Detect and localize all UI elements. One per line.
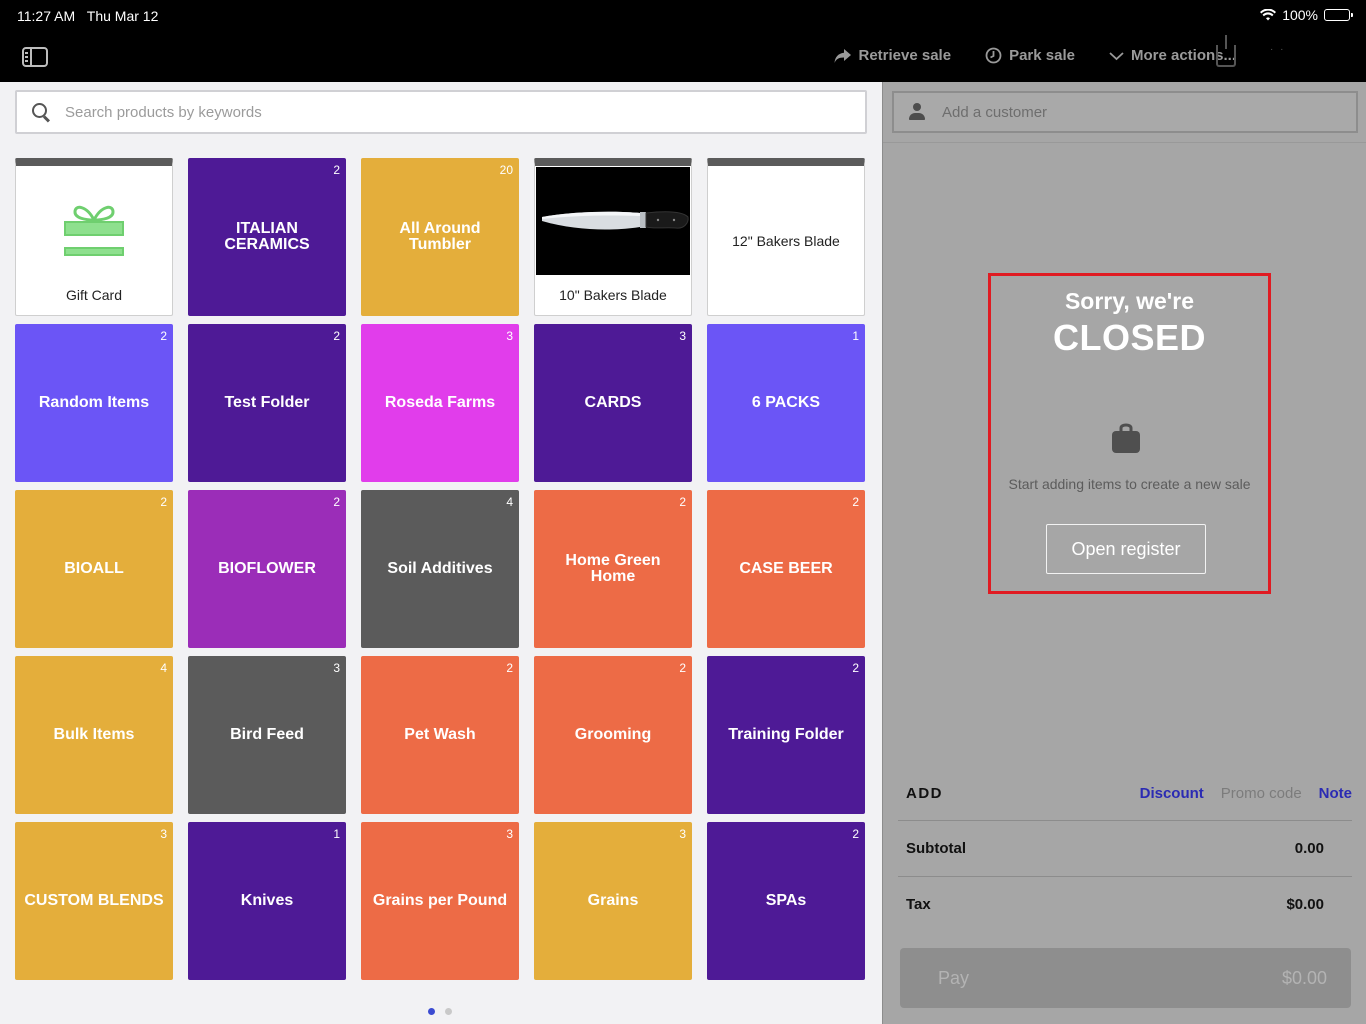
tile-folder[interactable]: 2 BIOFLOWER — [188, 490, 346, 648]
tax-value: $0.00 — [1286, 896, 1324, 913]
search-icon — [31, 102, 51, 122]
tile-12-bakers-blade[interactable]: 12" Bakers Blade — [707, 158, 865, 316]
discount-link[interactable]: Discount — [1140, 785, 1204, 802]
top-nav: Retrieve sale Park sale More actions... — [0, 32, 1366, 82]
search-input[interactable] — [65, 103, 825, 121]
tile-folder[interactable]: 2 Home Green Home — [534, 490, 692, 648]
tile-folder[interactable]: 20 All Around Tumbler — [361, 158, 519, 316]
pay-label: Pay — [938, 967, 970, 988]
tile-label: 10" Bakers Blade — [559, 287, 667, 303]
status-right: 100% — [1260, 7, 1353, 23]
status-time: 11:27 AM Thu Mar 12 — [17, 8, 159, 24]
add-label: ADD — [906, 784, 943, 802]
person-icon — [908, 103, 926, 121]
open-register-button[interactable]: Open register — [1046, 524, 1206, 574]
battery-percent: 100% — [1282, 7, 1318, 23]
subtotal-label: Subtotal — [906, 840, 966, 857]
tile-label: 12" Bakers Blade — [732, 232, 840, 249]
tile-gift-card[interactable]: Gift Card — [15, 158, 173, 316]
add-links: Discount Promo code Note — [1140, 785, 1352, 802]
page-dot[interactable] — [445, 1008, 452, 1015]
more-dots-icon: · · — [1270, 44, 1286, 55]
add-customer-field[interactable]: Add a customer — [892, 91, 1358, 133]
tile-folder[interactable]: 1 Knives — [188, 822, 346, 980]
tile-10-bakers-blade[interactable]: 10" Bakers Blade — [534, 158, 692, 316]
tile-folder[interactable]: 3 Roseda Farms — [361, 324, 519, 482]
tile-folder[interactable]: 4 Bulk Items — [15, 656, 173, 814]
closed-title: Sorry, we're — [1064, 288, 1195, 314]
promo-code-link[interactable]: Promo code — [1221, 785, 1302, 802]
sidebar-toggle-icon[interactable] — [22, 47, 48, 67]
tax-label: Tax — [906, 896, 931, 913]
status-bar: 11:27 AM Thu Mar 12 100% — [0, 0, 1366, 32]
sale-panel: Add a customer Sorry, we're CLOSED Start… — [882, 82, 1366, 1024]
empty-sale-hint: Start adding items to create a new sale — [1008, 476, 1251, 492]
share-icon[interactable] — [1216, 35, 1236, 67]
tile-folder[interactable]: 3 Bird Feed — [188, 656, 346, 814]
divider — [898, 876, 1352, 877]
battery-icon — [1324, 9, 1353, 21]
divider — [883, 142, 1366, 143]
tile-folder[interactable]: 2 Test Folder — [188, 324, 346, 482]
page-indicator[interactable] — [428, 1008, 452, 1015]
pay-button[interactable]: Pay $0.00 — [900, 948, 1351, 1008]
subtotal-value: 0.00 — [1294, 840, 1324, 857]
knife-icon — [542, 211, 689, 230]
tile-folder[interactable]: 16 PACKS — [707, 324, 865, 482]
gift-icon — [64, 205, 124, 256]
shopping-bag-icon — [1112, 423, 1140, 453]
product-grid: Gift Card 2 ITALIAN CERAMICS 20 All Around… — [15, 158, 867, 980]
tile-label: Gift Card — [65, 287, 122, 303]
share-arrow-icon — [834, 48, 851, 63]
tile-folder[interactable]: 3 Grains — [534, 822, 692, 980]
tile-folder[interactable]: 2 BIOALL — [15, 490, 173, 648]
tax-row: Tax $0.00 — [906, 896, 1356, 913]
divider — [898, 820, 1352, 821]
knife-image — [536, 167, 690, 275]
tile-folder[interactable]: 2 Random Items — [15, 324, 173, 482]
tile-folder[interactable]: 2 SPAs — [707, 822, 865, 980]
wifi-icon — [1260, 9, 1277, 21]
product-search — [15, 90, 867, 134]
tile-folder[interactable]: 3 CUSTOM BLENDS — [15, 822, 173, 980]
tile-folder[interactable]: 2 ITALIAN CERAMICS — [188, 158, 346, 316]
tile-folder[interactable]: 2 Pet Wash — [361, 656, 519, 814]
tile-folder[interactable]: 3 CARDS — [534, 324, 692, 482]
tile-folder[interactable]: 2 Grooming — [534, 656, 692, 814]
tile-folder[interactable]: 2 CASE BEER — [707, 490, 865, 648]
register-closed-notice: Sorry, we're CLOSED Start adding items t… — [988, 273, 1271, 594]
add-row: ADD Discount Promo code Note — [906, 782, 1352, 804]
tile-folder[interactable]: 3 Grains per Pound — [361, 822, 519, 980]
park-sale-button[interactable]: Park sale — [985, 47, 1075, 64]
tile-folder[interactable]: 4 Soil Additives — [361, 490, 519, 648]
chevron-down-icon — [1109, 51, 1124, 60]
closed-status: CLOSED — [1052, 317, 1206, 358]
nav-actions: Retrieve sale Park sale More actions... — [834, 47, 1236, 64]
retrieve-sale-button[interactable]: Retrieve sale — [834, 47, 951, 64]
clock-icon — [985, 47, 1002, 64]
note-link[interactable]: Note — [1319, 785, 1352, 802]
subtotal-row: Subtotal 0.00 — [906, 840, 1356, 857]
tile-folder[interactable]: 2 Training Folder — [707, 656, 865, 814]
pay-amount: $0.00 — [1281, 967, 1327, 988]
page-dot-active[interactable] — [428, 1008, 435, 1015]
customer-placeholder: Add a customer — [942, 103, 1048, 121]
